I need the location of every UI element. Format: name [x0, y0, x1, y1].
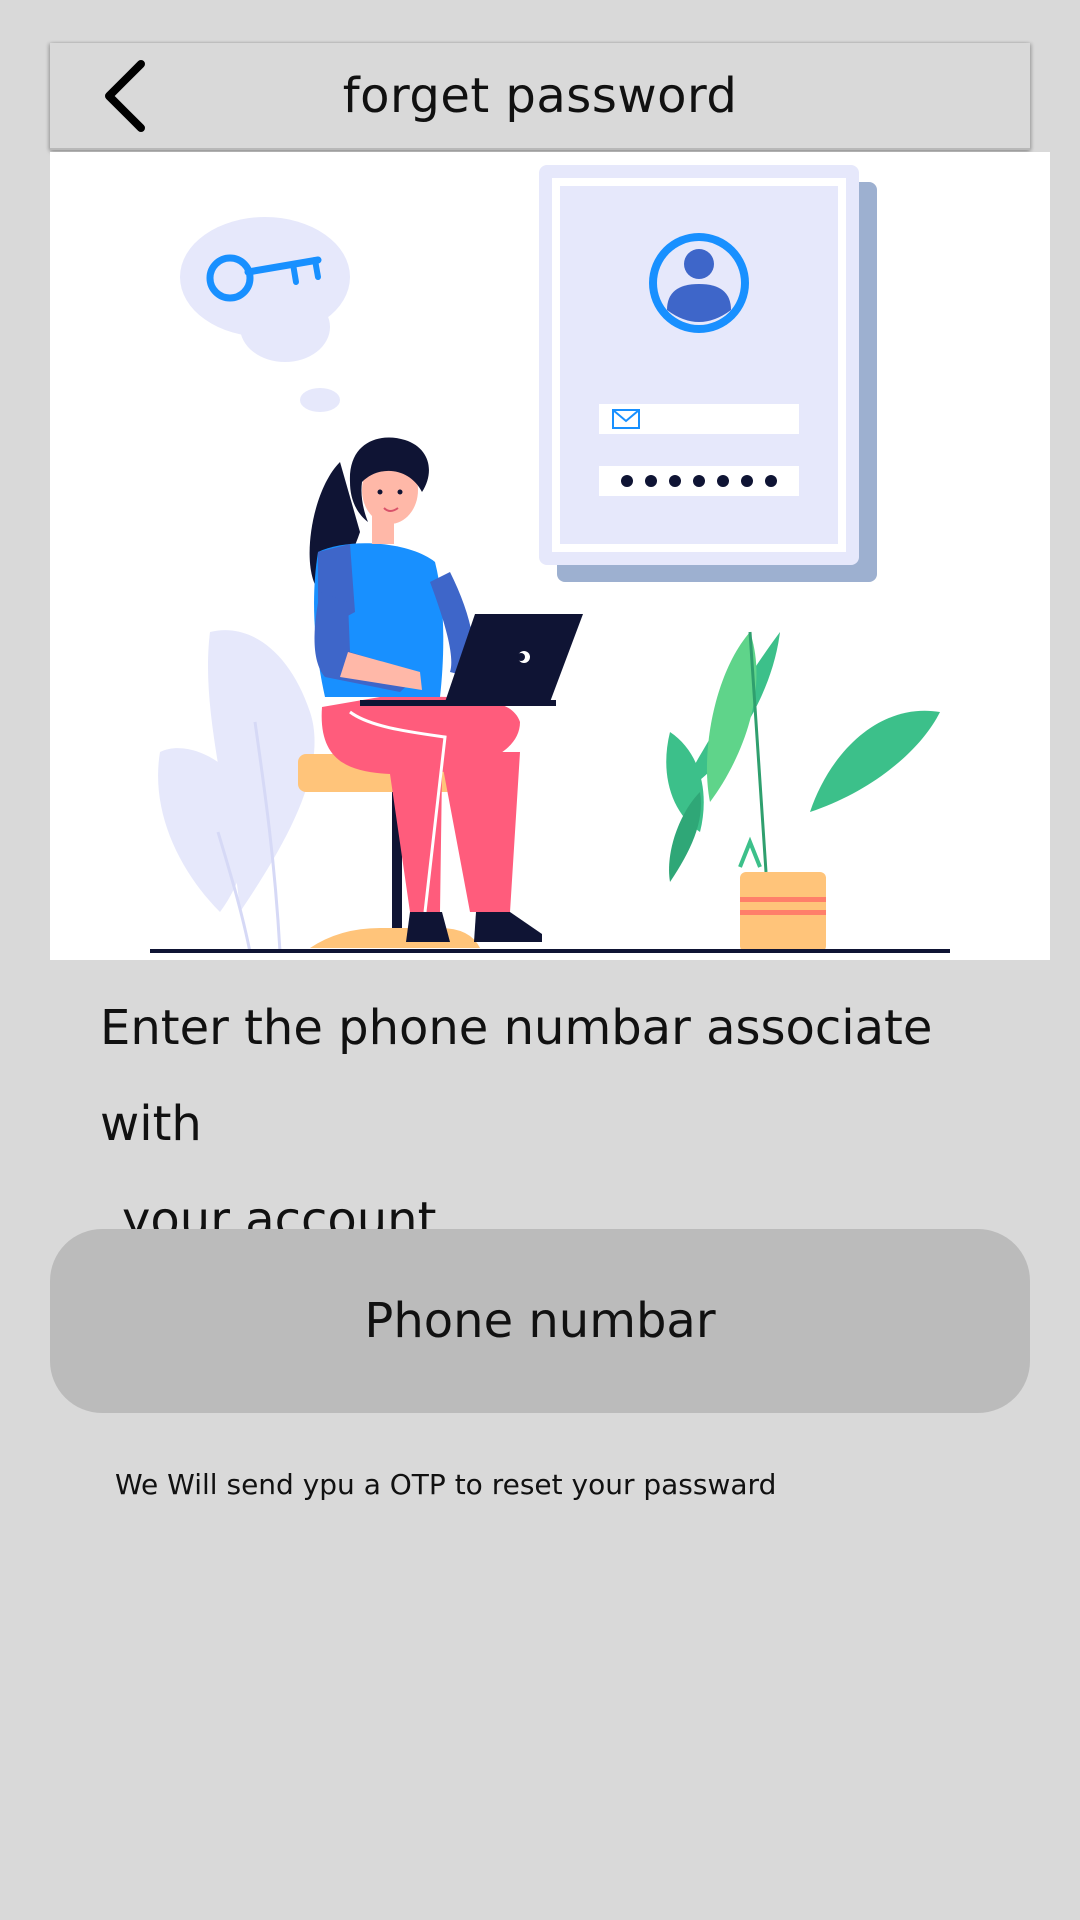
key-thought-bubble-icon: [180, 217, 350, 412]
forget-password-screen: forget password Enter the phone numbar a…: [0, 0, 1080, 1920]
instruction-line-1: Enter the phone numbar associate with: [100, 1000, 933, 1152]
phone-number-input[interactable]: [50, 1229, 1030, 1413]
leaf-plant-icon: [158, 630, 315, 953]
otp-hint-text: We Will send ypu a OTP to reset your pas…: [115, 1468, 777, 1501]
forgot-password-illustration: [50, 152, 1050, 960]
app-bar: forget password: [50, 43, 1030, 150]
login-card-icon: [539, 165, 877, 582]
instruction-text: Enter the phone numbar associate with yo…: [100, 980, 1020, 1268]
page-title: forget password: [342, 67, 738, 124]
floor-line: [150, 949, 950, 953]
potted-plant-icon: [666, 631, 940, 952]
